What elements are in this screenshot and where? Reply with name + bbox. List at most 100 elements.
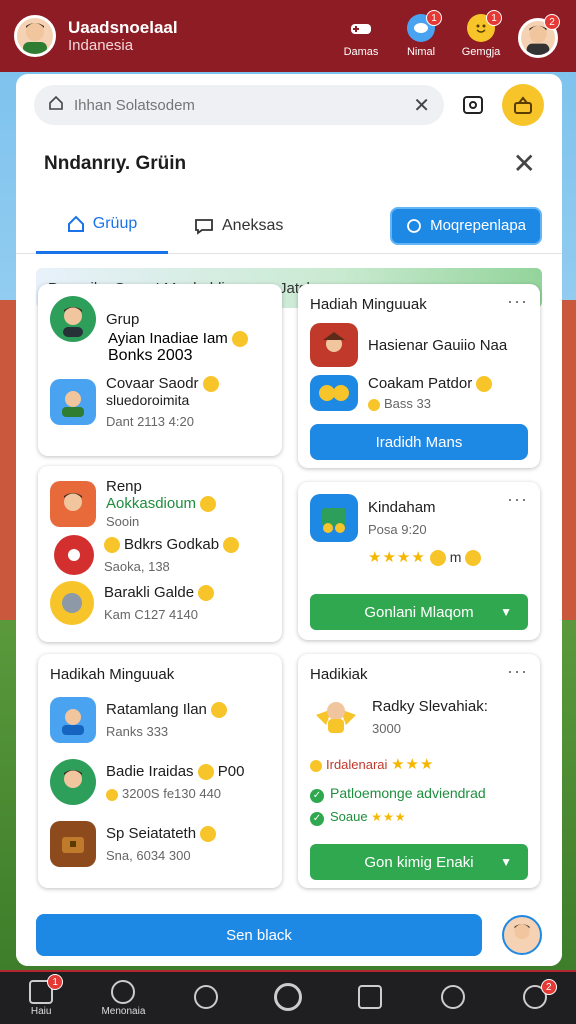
join-button[interactable]: Gonlani Mlaqom ▼ bbox=[310, 594, 528, 630]
gift-icon bbox=[514, 96, 532, 114]
list-item[interactable]: Barakli Galde Kam C127 4140 bbox=[50, 581, 270, 626]
avatar bbox=[50, 296, 96, 342]
list-item[interactable]: Sp Seiatateth Sna, 6034 300 bbox=[50, 821, 270, 867]
coin-icon bbox=[310, 759, 322, 772]
item-sub: Sna, 6034 300 bbox=[106, 848, 191, 864]
camera-button[interactable] bbox=[454, 86, 492, 124]
nav-label: Haiu bbox=[30, 1005, 52, 1017]
tab-extras[interactable]: Aneksas bbox=[178, 198, 299, 254]
list-item[interactable]: Hasienar Gauiio Naa bbox=[310, 323, 528, 367]
item-sub: Dant 2113 4:20 bbox=[106, 414, 194, 430]
character-icon bbox=[62, 391, 84, 418]
notification-badge: 1 bbox=[486, 10, 502, 26]
list-item[interactable]: Bdkrs Godkab Saoka, 138 bbox=[50, 535, 270, 576]
avatar[interactable] bbox=[502, 915, 542, 955]
notification-badge: 1 bbox=[426, 10, 442, 26]
bottom-nav: 1 Haiu Menonaia 2 bbox=[0, 972, 576, 1024]
home-icon bbox=[67, 215, 84, 232]
person-icon bbox=[23, 23, 47, 54]
nav-home[interactable]: 1 Haiu bbox=[11, 973, 71, 1017]
character-icon bbox=[62, 709, 84, 735]
home-icon bbox=[48, 95, 64, 115]
nav-chat[interactable] bbox=[176, 985, 236, 1011]
tab-bar: Grüup Aneksas Moqrepenlapa bbox=[16, 178, 562, 254]
list-item[interactable]: Badie Iraidas P00 3200S fe130 440 bbox=[50, 759, 270, 805]
item-name: Coakam Patdor bbox=[368, 375, 473, 392]
list-item[interactable]: Coakam Patdor Bass 33 bbox=[310, 375, 528, 411]
send-button[interactable]: Sen black bbox=[36, 914, 482, 956]
emoji-icon bbox=[197, 764, 214, 781]
emoji-icon bbox=[223, 537, 240, 554]
item-name: Badie Iraidas bbox=[106, 762, 194, 780]
more-options-icon[interactable]: ··· bbox=[507, 292, 528, 310]
list-item[interactable]: Kindaham Posa 9:20 bbox=[310, 494, 528, 542]
nav-profile[interactable]: 2 bbox=[505, 979, 565, 1011]
item-name: Sp Seiatateth bbox=[106, 824, 197, 842]
search-bar[interactable]: ✕ bbox=[34, 85, 444, 125]
check-icon: ✓ bbox=[310, 812, 324, 826]
list-item-text: Ayian Inadiae Iam Bonks 2003 bbox=[108, 330, 270, 365]
user-avatar[interactable] bbox=[14, 15, 56, 57]
more-options-icon[interactable]: ··· bbox=[507, 662, 528, 680]
claim-button[interactable]: Gon kimig Enaki ▼ bbox=[310, 844, 528, 880]
nav-center[interactable] bbox=[258, 983, 318, 1013]
top-actions: Damas 1 Nimal 1 Gemgja 2 bbox=[338, 10, 562, 58]
search-row: ✕ bbox=[16, 74, 562, 126]
person-icon bbox=[63, 307, 83, 337]
button-label: Gon kimig Enaki bbox=[364, 853, 474, 871]
game-thumbnail bbox=[310, 375, 358, 412]
app-brand: Uaadsnoelaal Indanesia bbox=[68, 18, 178, 55]
close-icon[interactable]: ✕ bbox=[513, 150, 536, 178]
avatar bbox=[50, 480, 96, 527]
item-name: Covaar Saodr bbox=[106, 375, 199, 393]
status-text: Soaue bbox=[330, 809, 368, 824]
reward-detail-card: Hadikiak ··· Radky Slevahiak: 3000 Irdal… bbox=[298, 654, 540, 888]
nav-explore[interactable] bbox=[423, 985, 483, 1011]
card-title: Hadiah Minguuak bbox=[310, 296, 427, 313]
group-panel: ✕ Nndanrıy. Grüin ✕ Grüup Aneksas Moqrep… bbox=[16, 74, 562, 966]
search-icon bbox=[407, 218, 421, 233]
star-rating-icon: ★★★ bbox=[391, 756, 435, 773]
claim-reward-button[interactable]: Iradidh Mans bbox=[310, 424, 528, 460]
tab-group[interactable]: Grüup bbox=[36, 198, 168, 254]
gift-button[interactable] bbox=[502, 84, 544, 126]
weekly-reward-card: Hadiah Minguuak ··· Hasienar Gauiio Naa … bbox=[298, 284, 540, 468]
item-name: Aokkasdioum bbox=[106, 495, 197, 512]
dialog-header: Nndanrıy. Grüin ✕ bbox=[16, 126, 562, 178]
players-card: Renp Aokkasdioum Sooin Bdkrs Godkab Saok… bbox=[38, 466, 282, 642]
app-title: Uaadsnoelaal bbox=[68, 17, 178, 37]
emoji-icon bbox=[202, 376, 219, 393]
top-action-animal[interactable]: 1 Nimal bbox=[398, 10, 444, 58]
nav-clipboard[interactable] bbox=[340, 985, 400, 1011]
item-name: Hasienar Gauiio Naa bbox=[368, 336, 508, 354]
game-controller-icon bbox=[347, 14, 375, 42]
top-action-label: Gemgja bbox=[461, 46, 501, 58]
profile-button[interactable]: 2 bbox=[518, 14, 562, 58]
chevron-down-icon: ▼ bbox=[500, 855, 512, 869]
item-sub: Bonks 2003 bbox=[108, 347, 193, 365]
list-item[interactable]: Radky Slevahiak: 3000 bbox=[310, 693, 528, 741]
reward-line: Irdalenarai ★★★ bbox=[310, 755, 528, 773]
nav-search[interactable]: Menonaia bbox=[93, 979, 153, 1017]
item-sub: Kam C127 4140 bbox=[104, 607, 198, 623]
top-action-label: Nimal bbox=[406, 46, 436, 58]
chest-icon bbox=[62, 837, 84, 853]
search-input[interactable] bbox=[74, 96, 404, 114]
list-item[interactable]: Ratamlang Ilan Ranks 333 bbox=[50, 697, 270, 743]
button-label: Moqrepenlapa bbox=[430, 217, 526, 234]
list-item[interactable]: Renp Aokkasdioum Sooin bbox=[50, 478, 270, 529]
item-name: Ayian Inadiae Iam bbox=[108, 330, 228, 347]
avatar bbox=[50, 581, 94, 626]
more-options-icon[interactable]: ··· bbox=[507, 490, 528, 508]
top-action-games[interactable]: Damas bbox=[338, 14, 384, 58]
list-item[interactable]: Covaar Saodr sluedoroimita Dant 2113 4:2… bbox=[50, 375, 270, 429]
clear-icon[interactable]: ✕ bbox=[413, 93, 430, 118]
character-icon bbox=[316, 702, 356, 733]
check-icon: ✓ bbox=[310, 789, 324, 803]
game-thumbnail bbox=[50, 379, 96, 426]
create-group-button[interactable]: Moqrepenlapa bbox=[390, 206, 542, 245]
bottom-action-bar: Sen black bbox=[16, 904, 562, 966]
tab-label: Aneksas bbox=[222, 216, 284, 234]
camera-icon bbox=[463, 96, 483, 114]
top-action-emoji[interactable]: 1 Gemgja bbox=[458, 10, 504, 58]
